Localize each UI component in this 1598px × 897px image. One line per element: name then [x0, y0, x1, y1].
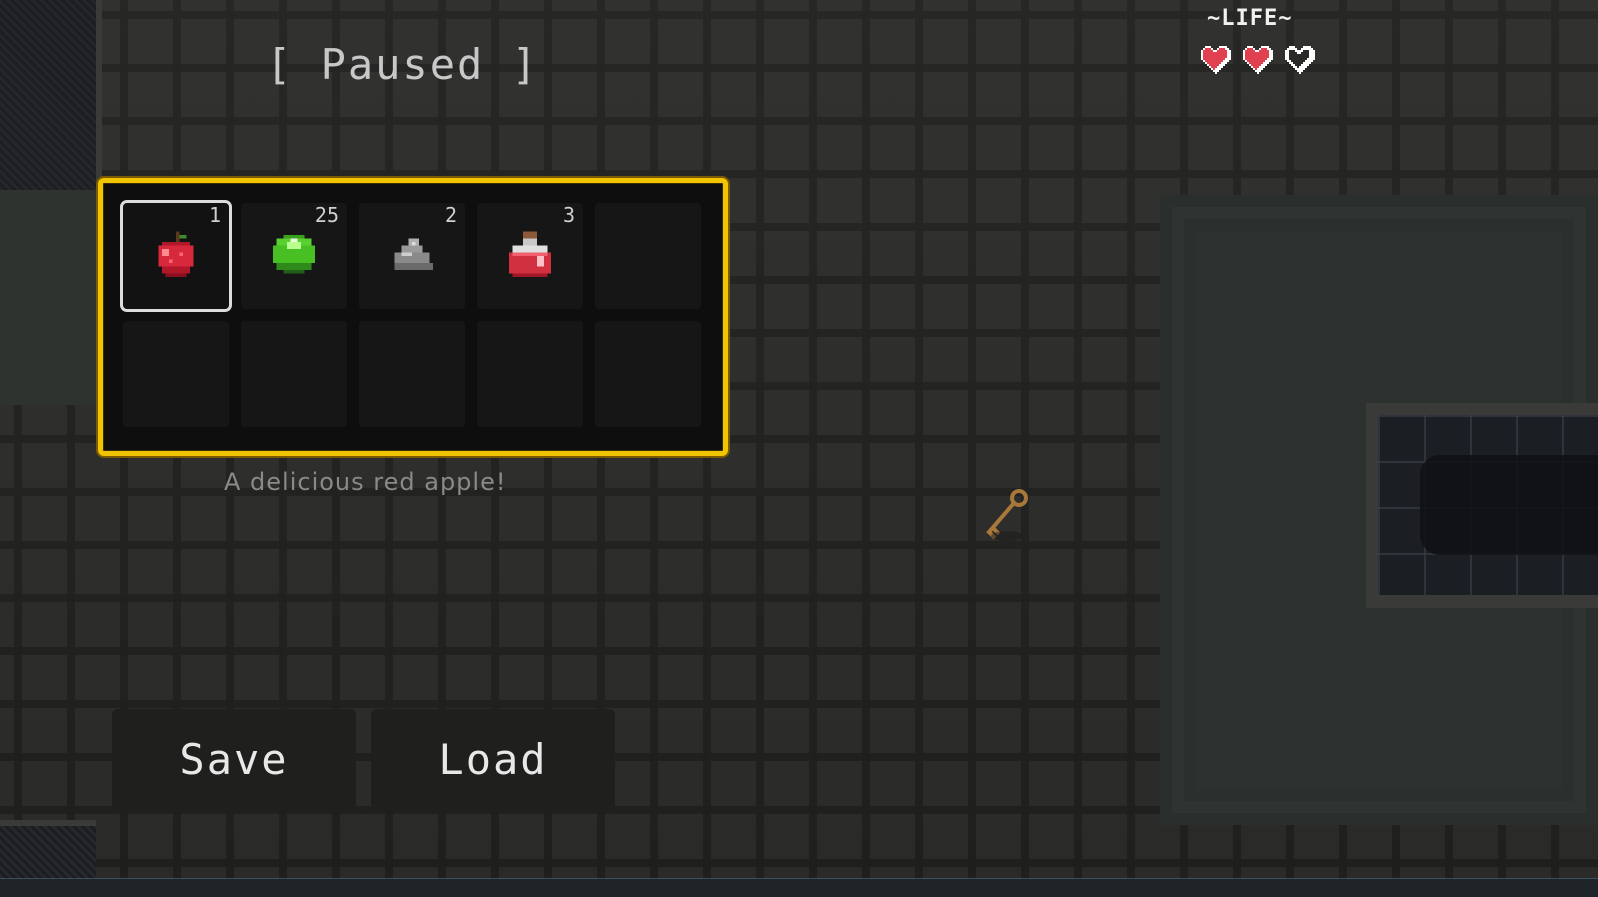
left-floor-band	[0, 190, 96, 405]
inventory-slot-10[interactable]	[595, 321, 701, 427]
inventory-slot-6[interactable]	[123, 321, 229, 427]
heart-empty-icon	[1285, 46, 1315, 74]
item-count: 2	[444, 203, 457, 227]
key-icon[interactable]	[983, 486, 1031, 546]
load-button[interactable]: Load	[371, 709, 615, 809]
heart-full-icon	[1201, 46, 1231, 74]
paused-title: [ Paused ]	[266, 40, 539, 89]
red-potion-icon	[509, 231, 551, 277]
item-description: A delicious red apple!	[224, 468, 507, 496]
bottom-edge	[0, 879, 1598, 897]
life-hearts	[1199, 44, 1315, 74]
item-count: 1	[208, 203, 221, 227]
inventory-slot-2[interactable]: 25	[241, 203, 347, 309]
item-count: 25	[314, 203, 339, 227]
inventory-slot-3[interactable]: 2	[359, 203, 465, 309]
inventory-slot-8[interactable]	[359, 321, 465, 427]
heart-full-icon	[1243, 46, 1273, 74]
inventory-slot-7[interactable]	[241, 321, 347, 427]
inventory-slot-9[interactable]	[477, 321, 583, 427]
inventory-slot-4[interactable]: 3	[477, 203, 583, 309]
left-wall	[0, 0, 96, 190]
inventory-slot-1[interactable]: 1	[123, 203, 229, 309]
item-count: 3	[562, 203, 575, 227]
life-label: ~LIFE~	[1207, 6, 1293, 31]
green-orb-icon	[273, 235, 315, 274]
inventory-slot-5[interactable]	[595, 203, 701, 309]
inventory-panel: 1 25 2 3	[98, 178, 728, 456]
save-button[interactable]: Save	[112, 709, 356, 809]
apple-icon	[158, 231, 194, 277]
stone-icon	[394, 238, 433, 270]
